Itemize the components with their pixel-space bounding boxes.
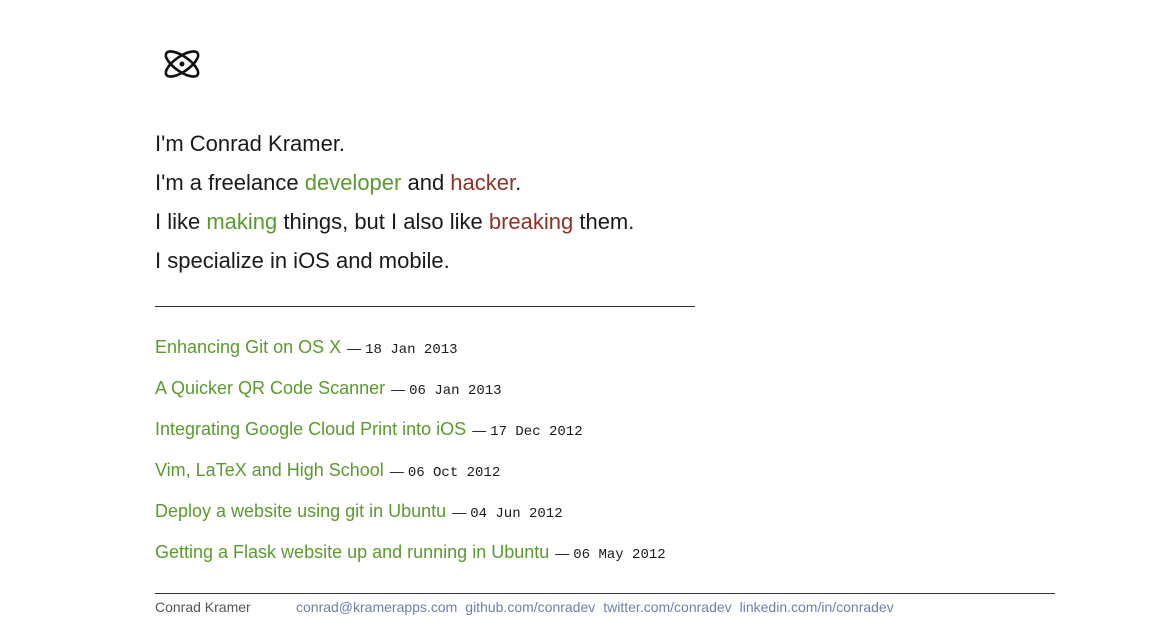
linkedin-link[interactable]: linkedin.com/in/conradev	[740, 599, 894, 615]
post-list: Enhancing Git on OS X —18 Jan 2013 A Quic…	[155, 333, 666, 579]
post-link[interactable]: A Quicker QR Code Scanner	[155, 378, 385, 398]
intro-line-specialty: I specialize in iOS and mobile.	[155, 248, 450, 273]
post-item: Vim, LaTeX and High School —06 Oct 2012	[155, 456, 666, 497]
post-item: A Quicker QR Code Scanner —06 Jan 2013	[155, 374, 666, 415]
footer: Conrad Kramer conrad@kramerapps.com github…	[155, 598, 902, 616]
footer-name: Conrad Kramer	[155, 599, 251, 615]
post-item: Enhancing Git on OS X —18 Jan 2013	[155, 333, 666, 374]
post-separator: —	[389, 463, 404, 479]
footer-divider	[155, 593, 1055, 594]
post-date: 06 May 2012	[573, 547, 666, 563]
making-word: making	[206, 209, 278, 234]
divider	[155, 306, 695, 307]
twitter-link[interactable]: twitter.com/conradev	[603, 599, 731, 615]
post-date: 06 Oct 2012	[407, 465, 501, 481]
intro-line-likes: I like making things, but I also like br…	[155, 209, 635, 234]
atom-icon[interactable]	[160, 42, 204, 86]
github-link[interactable]: github.com/conradev	[465, 599, 595, 615]
intro-line-name: I'm Conrad Kramer.	[155, 131, 346, 156]
post-link[interactable]: Deploy a website using git in Ubuntu	[155, 501, 446, 521]
breaking-word: breaking	[488, 209, 574, 234]
post-link[interactable]: Getting a Flask website up and running i…	[155, 542, 549, 562]
post-separator: —	[472, 422, 487, 438]
post-separator: —	[347, 340, 362, 356]
post-separator: —	[391, 381, 406, 397]
post-link[interactable]: Integrating Google Cloud Print into iOS	[155, 419, 466, 439]
post-item: Deploy a website using git in Ubuntu —04 …	[155, 497, 666, 538]
post-date: 18 Jan 2013	[365, 342, 458, 358]
post-separator: —	[555, 545, 570, 561]
hacker-word: hacker	[450, 170, 516, 195]
post-date: 17 Dec 2012	[490, 424, 583, 440]
developer-word: developer	[304, 170, 402, 195]
post-item: Getting a Flask website up and running i…	[155, 538, 666, 579]
intro-line-role: I'm a freelance developer and hacker.	[155, 170, 522, 195]
post-link[interactable]: Enhancing Git on OS X	[155, 337, 341, 357]
intro: I'm Conrad Kramer. I'm a freelance devel…	[155, 124, 634, 280]
post-link[interactable]: Vim, LaTeX and High School	[155, 460, 384, 480]
post-date: 04 Jun 2012	[470, 506, 563, 522]
email-link[interactable]: conrad@kramerapps.com	[296, 599, 457, 615]
post-date: 06 Jan 2013	[409, 383, 502, 399]
post-item: Integrating Google Cloud Print into iOS —…	[155, 415, 666, 456]
post-separator: —	[452, 504, 467, 520]
